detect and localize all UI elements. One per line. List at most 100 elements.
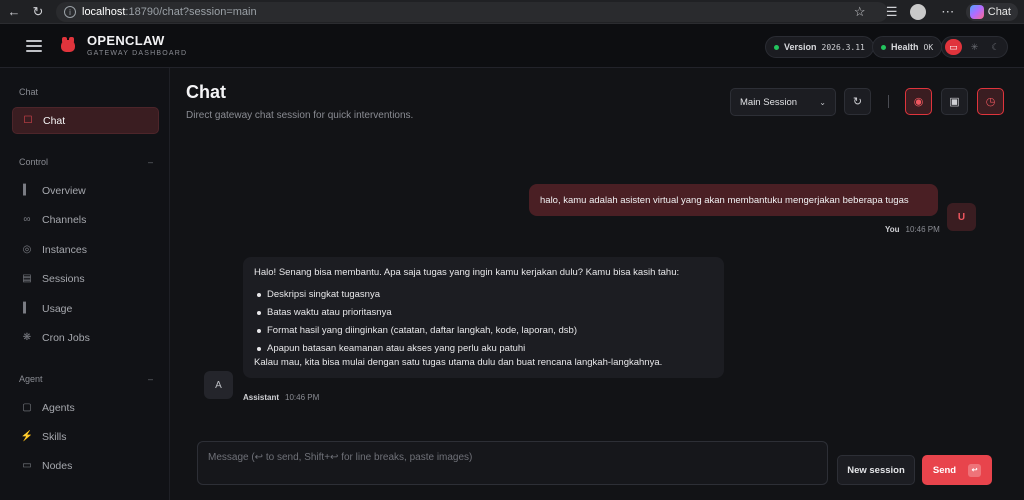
user-message-text: halo, kamu adalah asisten virtual yang a… bbox=[540, 194, 909, 206]
collapse-icon: – bbox=[147, 157, 153, 167]
sidebar-item-instances[interactable]: ◎ Instances bbox=[12, 236, 159, 263]
sidebar-item-sessions[interactable]: ▤ Sessions bbox=[12, 265, 159, 292]
theme-toggle: ▭ ✳ ☾ bbox=[941, 36, 1008, 58]
sidebar-item-label: Cron Jobs bbox=[42, 331, 90, 344]
sidebar-item-channels[interactable]: ∞ Channels bbox=[12, 206, 159, 233]
assistant-message-meta: Assistant 10:46 PM bbox=[243, 393, 319, 402]
sidebar-item-overview[interactable]: ▍ Overview bbox=[12, 177, 159, 204]
new-session-button[interactable]: New session bbox=[837, 455, 915, 485]
version-label: Version bbox=[784, 42, 817, 52]
bolt-icon: ⚡ bbox=[20, 431, 34, 442]
sidebar-item-label: Channels bbox=[42, 213, 87, 226]
list-item: Apapun batasan keamanan atau akses yang … bbox=[254, 343, 713, 362]
sidebar-item-nodes[interactable]: ▭ Nodes bbox=[12, 452, 159, 479]
sidebar-item-label: Chat bbox=[43, 114, 66, 127]
section-header-control[interactable]: Control – bbox=[19, 157, 153, 167]
sidebar-item-skills[interactable]: ⚡ Skills bbox=[12, 423, 159, 450]
assistant-intro: Halo! Senang bisa membantu. Apa saja tug… bbox=[254, 267, 680, 278]
version-value: 2026.3.11 bbox=[821, 42, 865, 52]
sidebar-item-label: Overview bbox=[42, 184, 86, 197]
section-header-chat[interactable]: Chat bbox=[19, 87, 153, 97]
health-badge: Health OK bbox=[872, 36, 943, 58]
health-label: Health bbox=[891, 42, 919, 52]
send-button[interactable]: Send ↩ bbox=[922, 455, 992, 485]
history-button[interactable]: ◷ bbox=[977, 88, 1004, 115]
sidebar-item-label: Usage bbox=[42, 302, 73, 315]
refresh-button[interactable]: ↻ bbox=[844, 88, 871, 115]
assistant-avatar: A bbox=[204, 371, 233, 399]
bar-chart-icon: ▍ bbox=[23, 185, 31, 196]
assistant-message-bubble: Halo! Senang bisa membantu. Apa saja tug… bbox=[243, 257, 724, 378]
address-bar[interactable]: i localhost:18790/chat?session=main bbox=[56, 2, 888, 22]
copilot-icon bbox=[969, 5, 984, 19]
session-select[interactable]: Main Session ⌄ bbox=[730, 88, 836, 116]
sidebar-item-label: Skills bbox=[42, 430, 67, 443]
monitor-theme-icon[interactable]: ▭ bbox=[945, 39, 962, 55]
list-item: Deskripsi singkat tugasnya bbox=[254, 289, 713, 308]
favorites-icon[interactable]: ☰ bbox=[882, 2, 902, 22]
brain-icon: ◉ bbox=[913, 96, 924, 108]
version-badge: Version 2026.3.11 bbox=[765, 36, 874, 58]
url-host: localhost bbox=[82, 6, 126, 18]
brand-subtitle: GATEWAY DASHBOARD bbox=[87, 50, 188, 57]
site-info-icon[interactable]: i bbox=[64, 6, 76, 18]
back-icon[interactable]: ← bbox=[4, 2, 24, 22]
message-time: 10:46 PM bbox=[905, 225, 940, 234]
health-value: OK bbox=[923, 42, 934, 52]
thinking-toggle-button[interactable]: ◉ bbox=[905, 88, 932, 115]
brand-name: OPENCLAW bbox=[87, 33, 165, 48]
section-label: Agent bbox=[19, 374, 43, 384]
focus-mode-button[interactable]: ▣ bbox=[941, 88, 968, 115]
list-item: Format hasil yang diinginkan (catatan, d… bbox=[254, 325, 713, 344]
user-message-meta: You 10:46 PM bbox=[885, 225, 940, 234]
divider bbox=[888, 95, 889, 108]
enter-key-icon: ↩ bbox=[968, 463, 982, 477]
session-select-value: Main Session bbox=[740, 96, 798, 108]
user-message-bubble: halo, kamu adalah asisten virtual yang a… bbox=[529, 184, 938, 216]
new-session-label: New session bbox=[847, 464, 905, 476]
refresh-icon: ↻ bbox=[852, 96, 863, 108]
section-header-agent[interactable]: Agent – bbox=[19, 374, 153, 384]
message-author: You bbox=[885, 225, 900, 234]
radio-icon: ◎ bbox=[22, 244, 32, 255]
focus-icon: ▣ bbox=[949, 96, 960, 108]
sidebar-item-label: Instances bbox=[42, 243, 87, 256]
monitor-icon: ▭ bbox=[22, 460, 32, 471]
app: OPENCLAW GATEWAY DASHBOARD Version 2026.… bbox=[0, 24, 1024, 500]
page-title: Chat bbox=[186, 82, 226, 102]
list-item: Batas waktu atau prioritasnya bbox=[254, 307, 713, 326]
section-label: Chat bbox=[19, 87, 39, 97]
menu-icon[interactable] bbox=[26, 39, 42, 52]
brand: OPENCLAW GATEWAY DASHBOARD bbox=[87, 34, 187, 57]
copilot-button[interactable]: Chat bbox=[965, 3, 1018, 21]
moon-icon[interactable]: ☾ bbox=[987, 39, 1004, 55]
status-dot bbox=[774, 44, 779, 50]
sidebar-item-label: Nodes bbox=[42, 459, 73, 472]
collapse-icon: – bbox=[147, 374, 153, 384]
clock-icon: ◷ bbox=[985, 96, 996, 108]
bar-chart-icon: ▍ bbox=[23, 303, 31, 314]
star-icon[interactable]: ☆ bbox=[850, 2, 870, 22]
openclaw-logo-icon bbox=[58, 36, 78, 56]
message-input[interactable]: Message (↩ to send, Shift+↩ for line bre… bbox=[197, 441, 828, 485]
more-icon[interactable]: ⋯ bbox=[938, 2, 958, 22]
chat-icon: ☐ bbox=[23, 115, 33, 126]
sidebar-item-label: Sessions bbox=[42, 272, 85, 285]
sidebar-item-usage[interactable]: ▍ Usage bbox=[12, 295, 159, 322]
sidebar-item-chat[interactable]: ☐ Chat bbox=[12, 107, 159, 134]
link-icon: ∞ bbox=[23, 214, 31, 225]
document-icon: ▤ bbox=[22, 273, 32, 284]
url-path: :18790/chat?session=main bbox=[125, 6, 257, 18]
message-author: Assistant bbox=[243, 393, 280, 402]
message-time: 10:46 PM bbox=[285, 393, 320, 402]
sidebar-item-cron-jobs[interactable]: ❋ Cron Jobs bbox=[12, 324, 159, 351]
sun-icon[interactable]: ✳ bbox=[966, 39, 983, 55]
reload-icon[interactable]: ↻ bbox=[28, 2, 48, 22]
page-subtitle: Direct gateway chat session for quick in… bbox=[186, 110, 414, 121]
topbar: OPENCLAW GATEWAY DASHBOARD Version 2026.… bbox=[0, 24, 1024, 68]
sidebar-item-agents[interactable]: ▢ Agents bbox=[12, 394, 159, 421]
browser-toolbar: ← ↻ i localhost:18790/chat?session=main … bbox=[0, 0, 1024, 24]
profile-avatar[interactable] bbox=[909, 4, 926, 20]
sidebar: Chat ☐ Chat Control – ▍ Overview ∞ Channels … bbox=[0, 68, 170, 500]
status-dot bbox=[881, 44, 886, 50]
